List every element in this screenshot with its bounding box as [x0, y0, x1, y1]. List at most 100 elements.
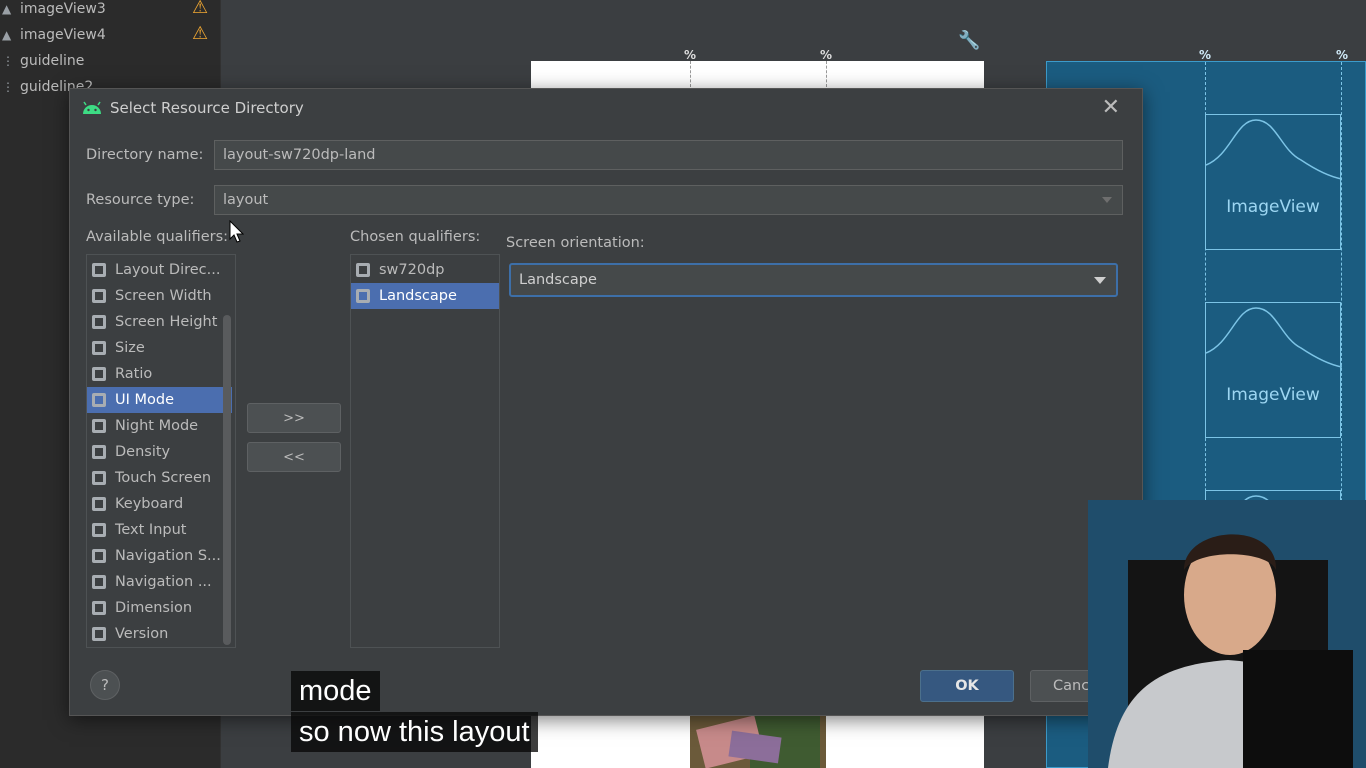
directory-name-label: Directory name: [86, 147, 204, 163]
qualifiers-scrollbar[interactable] [223, 315, 231, 645]
chosen-qualifiers-label: Chosen qualifiers: [350, 229, 481, 245]
list-item[interactable]: Layout Direc... [87, 257, 222, 283]
resource-type-value: layout [223, 192, 269, 208]
list-item[interactable]: Screen Height [87, 309, 222, 335]
image-placeholder-icon [1206, 119, 1342, 180]
directory-name-value: layout-sw720dp-land [223, 147, 376, 163]
blueprint-imageview[interactable]: ImageView [1205, 114, 1342, 250]
percent-guideline-icon[interactable]: % [1199, 48, 1211, 62]
list-item[interactable]: Navigation ... [87, 569, 222, 595]
list-item[interactable]: Size [87, 335, 222, 361]
ok-button[interactable]: OK [920, 670, 1014, 702]
close-icon[interactable]: ✕ [1102, 95, 1120, 120]
list-item-label: Text Input [115, 522, 187, 538]
layout-direction-icon [92, 263, 106, 277]
tree-item-imageview4[interactable]: ▲ imageView4 [0, 22, 106, 48]
screen-orientation-label: Screen orientation: [506, 235, 645, 251]
select-resource-directory-dialog: Select Resource Directory ✕ Directory na… [69, 88, 1143, 716]
guideline-marker [690, 61, 691, 87]
dialog-titlebar[interactable]: Select Resource Directory ✕ [70, 89, 1142, 127]
list-item[interactable]: Night Mode [87, 413, 222, 439]
directory-name-field[interactable]: layout-sw720dp-land [214, 140, 1123, 170]
tree-item-label: imageView3 [20, 1, 106, 17]
list-item-label: Density [115, 444, 171, 460]
presenter-video [1088, 500, 1366, 768]
list-item-label: Screen Width [115, 288, 212, 304]
list-item[interactable]: Text Input [87, 517, 222, 543]
help-button[interactable]: ? [90, 670, 120, 700]
list-item-label: sw720dp [379, 262, 445, 278]
keyboard-icon [92, 497, 106, 511]
imageview-label: ImageView [1226, 385, 1320, 405]
list-item[interactable]: Landscape [351, 283, 499, 309]
list-item[interactable]: Navigation S... [87, 543, 222, 569]
percent-guideline-icon[interactable]: % [684, 48, 696, 62]
night-mode-icon [92, 419, 106, 433]
ui-mode-icon [92, 393, 106, 407]
screen-height-icon [92, 315, 106, 329]
resource-type-label: Resource type: [86, 192, 195, 208]
warning-icon[interactable]: ⚠ [192, 0, 208, 18]
density-icon [92, 445, 106, 459]
dialog-title: Select Resource Directory [110, 99, 304, 117]
orientation-value: Landscape [519, 272, 597, 288]
list-item-label: Layout Direc... [115, 262, 221, 278]
ratio-icon [92, 367, 106, 381]
list-item[interactable]: Dimension [87, 595, 222, 621]
wrench-icon[interactable]: 🔧 [958, 30, 980, 51]
size-icon [92, 341, 106, 355]
chosen-qualifiers-list[interactable]: sw720dp Landscape [350, 254, 500, 648]
image-thumbnail [690, 716, 826, 768]
warning-icon[interactable]: ⚠ [192, 23, 208, 44]
list-item-label: Night Mode [115, 418, 199, 434]
guideline-icon: ⋮ [2, 80, 14, 94]
navigation-state-icon [92, 549, 106, 563]
list-item-label: Screen Height [115, 314, 218, 330]
tree-item-label: guideline [20, 53, 85, 69]
list-item[interactable]: Screen Width [87, 283, 222, 309]
webcam-overlay [1088, 500, 1366, 768]
screen-width-icon [92, 289, 106, 303]
list-item-label: Dimension [115, 600, 193, 616]
image-placeholder-icon [1206, 307, 1342, 368]
list-item-label: Landscape [379, 288, 457, 304]
touch-screen-icon [92, 471, 106, 485]
available-qualifiers-label: Available qualifiers: [86, 229, 229, 245]
dimension-icon [92, 601, 106, 615]
mouse-cursor-icon [229, 220, 245, 243]
list-item[interactable]: Version [87, 621, 222, 647]
list-item[interactable]: Ratio [87, 361, 222, 387]
list-item-label: Touch Screen [115, 470, 212, 486]
blueprint-imageview[interactable]: ImageView [1205, 302, 1342, 438]
tree-item-label: imageView4 [20, 27, 106, 43]
chevron-down-icon [1094, 277, 1106, 284]
text-input-icon [92, 523, 106, 537]
available-qualifiers-list[interactable]: Layout Direc... Screen Width Screen Heig… [86, 254, 236, 648]
imageview-label: ImageView [1226, 197, 1320, 217]
list-item[interactable]: Keyboard [87, 491, 222, 517]
percent-guideline-icon[interactable]: % [1336, 48, 1348, 62]
list-item-label: Size [115, 340, 145, 356]
navigation-method-icon [92, 575, 106, 589]
percent-guideline-icon[interactable]: % [820, 48, 832, 62]
list-item-label: Keyboard [115, 496, 184, 512]
list-item-label: Version [115, 626, 169, 642]
list-item[interactable]: sw720dp [351, 257, 499, 283]
list-item-label: Ratio [115, 366, 153, 382]
smallest-width-icon [356, 263, 370, 277]
remove-qualifier-button[interactable]: << [247, 442, 341, 472]
android-icon [83, 101, 101, 114]
chevron-down-icon [1102, 197, 1112, 203]
add-qualifier-button[interactable]: >> [247, 403, 341, 433]
tree-item-imageview3[interactable]: ▲ imageView3 [0, 0, 106, 22]
list-item[interactable]: UI Mode [87, 387, 232, 413]
subtitle-line-2: so now this layout [291, 712, 538, 752]
subtitle-line-1: mode [291, 671, 380, 711]
list-item-label: Navigation ... [115, 574, 212, 590]
resource-type-select[interactable]: layout [214, 185, 1123, 215]
screen-orientation-select[interactable]: Landscape [509, 263, 1118, 297]
image-icon: ▲ [2, 28, 12, 42]
list-item[interactable]: Touch Screen [87, 465, 222, 491]
tree-item-guideline[interactable]: ⋮ guideline [0, 48, 84, 74]
list-item[interactable]: Density [87, 439, 222, 465]
